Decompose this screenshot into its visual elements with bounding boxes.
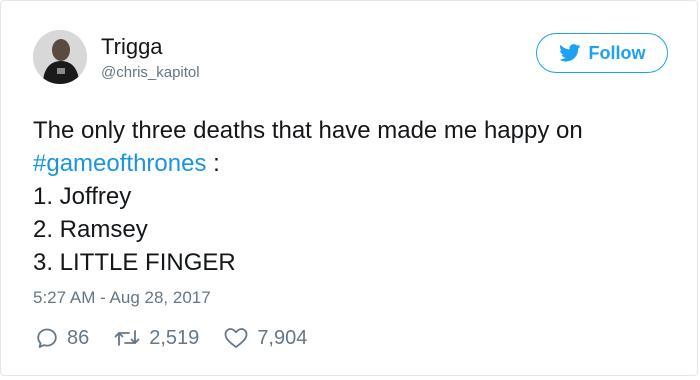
tweet-line-3: 1. Joffrey <box>33 183 132 210</box>
retweet-icon <box>114 330 140 346</box>
follow-button[interactable]: Follow <box>536 33 668 73</box>
tweet-text: The only three deaths that have made me … <box>33 114 673 279</box>
display-name[interactable]: Trigga <box>101 34 163 60</box>
heart-icon <box>224 328 248 348</box>
tweet-line-2: #gameofthrones : <box>33 147 673 180</box>
tweet-line-1: The only three deaths that have made me … <box>33 117 583 144</box>
like-button[interactable]: 7,904 <box>223 326 307 350</box>
avatar[interactable] <box>33 30 87 84</box>
tweet-line-4: 2. Ramsey <box>33 216 148 243</box>
reply-icon <box>37 328 57 348</box>
retweet-button[interactable]: 2,519 <box>113 326 199 350</box>
avatar-photo <box>33 30 87 84</box>
tweet-actions: 86 2,519 7,904 <box>35 323 331 353</box>
like-count: 7,904 <box>257 326 308 349</box>
tweet-line-5: 3. LITTLE FINGER <box>33 249 236 276</box>
reply-count: 86 <box>67 326 90 349</box>
tweet-line-2-suffix: : <box>206 150 220 177</box>
follow-button-label: Follow <box>588 42 646 63</box>
user-handle[interactable]: @chris_kapitol <box>101 64 200 82</box>
tweet-timestamp[interactable]: 5:27 AM - Aug 28, 2017 <box>33 288 211 308</box>
twitter-bird-icon <box>558 44 580 62</box>
reply-button[interactable]: 86 <box>35 326 89 350</box>
hashtag-link[interactable]: #gameofthrones <box>33 150 206 177</box>
tweet-card: Trigga @chris_kapitol Follow The only th… <box>0 0 698 376</box>
retweet-count: 2,519 <box>149 326 200 349</box>
